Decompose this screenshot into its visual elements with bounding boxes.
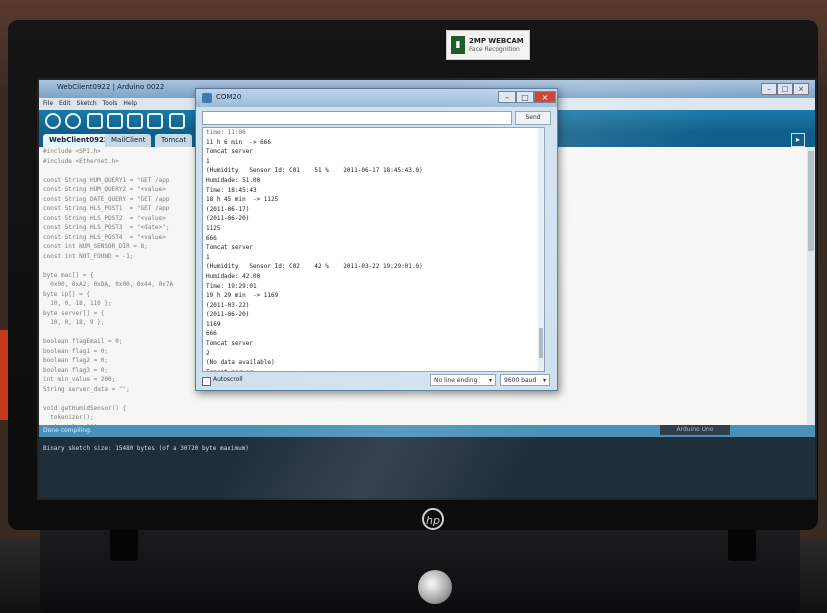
line-ending-select[interactable]: No line ending ▾ [430, 374, 496, 386]
send-input[interactable] [202, 111, 512, 125]
serial-title: COM20 [216, 93, 242, 101]
tab-mailclient[interactable]: MailClient [105, 134, 152, 147]
left-hinge [110, 525, 138, 561]
serial-line: 1125 [206, 224, 221, 232]
serial-scrollbar[interactable] [538, 128, 544, 371]
send-row: Send [202, 111, 552, 125]
serial-monitor-icon[interactable] [169, 113, 185, 129]
close-icon[interactable]: × [793, 83, 809, 95]
chevron-down-icon: ▾ [488, 377, 492, 384]
ide-title: WebClient0922 | Arduino 0022 [57, 83, 165, 91]
save-icon[interactable] [127, 113, 143, 129]
ide-console: Binary sketch size: 15480 bytes (of a 30… [39, 437, 815, 498]
menu-file[interactable]: File [43, 98, 53, 110]
open-icon[interactable] [107, 113, 123, 129]
new-icon[interactable] [87, 113, 103, 129]
serial-bottom-bar: Autoscroll No line ending ▾ 9600 baud ▾ [202, 374, 552, 388]
serial-line: Tomcat server [206, 148, 253, 156]
serial-line: (No data available) [206, 359, 275, 367]
serial-line: Tomcat server [206, 340, 253, 348]
tab-webclient[interactable]: WebClient0922 [43, 134, 115, 147]
serial-line: (Humidity Sensor Id: C02 42 % 2011-03-22… [206, 263, 423, 271]
serial-app-icon [202, 93, 212, 103]
tab-menu-arrow-icon[interactable]: ▸ [791, 133, 805, 147]
serial-line: Tomcat server [203, 368, 544, 371]
hp-logo: hp [422, 508, 444, 530]
serial-line: 18 h 45 min -> 1125 [206, 196, 279, 204]
line-ending-value: No line ending [434, 377, 478, 384]
serial-line: (2011-06-17) [206, 205, 250, 213]
webcam-line2: Face Recognition [469, 45, 520, 53]
serial-line: (Humidity Sensor Id: C01 51 % 2011-06-17… [206, 167, 423, 175]
serial-line: 1 [206, 253, 210, 261]
serial-line: Time: 19:29:01 [206, 282, 257, 290]
webcam-sticker: ▮ 2MP WEBCAM Face Recognition [446, 30, 530, 60]
serial-line: Time: 18:45:43 [206, 186, 257, 194]
console-line: Binary sketch size: 15480 bytes (of a 30… [43, 445, 249, 452]
serial-close-icon[interactable]: × [534, 91, 556, 103]
serial-line: (2011-03-22) [206, 301, 250, 309]
serial-output[interactable]: time: 11:06 11 h 6 min -> 666 Tomcat serve… [202, 127, 545, 372]
menu-tools[interactable]: Tools [103, 98, 118, 110]
editor-scrollbar[interactable] [807, 147, 815, 425]
serial-line: (2011-06-20) [206, 311, 250, 319]
power-button[interactable] [418, 570, 452, 604]
serial-line: 11 h 6 min -> 666 [206, 138, 272, 146]
menu-sketch[interactable]: Sketch [77, 98, 97, 110]
autoscroll-checkbox[interactable] [202, 377, 211, 386]
tab-tomcat[interactable]: Tomcat [155, 134, 193, 147]
serial-line: (2011-06-20) [206, 215, 250, 223]
serial-line: 1169 [206, 320, 221, 328]
menu-help[interactable]: Help [123, 98, 137, 110]
serial-line: Humidade: 42.00 [206, 272, 261, 280]
serial-line: 19 h 29 min -> 1169 [206, 292, 279, 300]
serial-line: 1 [206, 157, 210, 165]
baud-value: 9600 baud [504, 377, 537, 384]
serial-line: time: 11:06 [206, 129, 246, 136]
stop-icon[interactable] [65, 113, 81, 129]
upload-icon[interactable] [147, 113, 163, 129]
maximize-icon[interactable]: □ [777, 83, 793, 95]
code-line: tokenizer(); [43, 414, 94, 421]
serial-monitor-window: COM20 – □ × Send time: 11:06 11 h 6 min -… [195, 88, 558, 391]
red-cable [0, 330, 8, 420]
menu-edit[interactable]: Edit [59, 98, 71, 110]
serial-maximize-icon[interactable]: □ [516, 91, 534, 103]
send-button[interactable]: Send [515, 111, 551, 125]
laptop-base [40, 520, 800, 613]
webcam-line1: 2MP WEBCAM [469, 36, 524, 45]
serial-line: 2 [206, 349, 210, 357]
serial-line: Tomcat server [206, 244, 253, 252]
serial-title-bar: COM20 – □ × [196, 89, 557, 107]
serial-scroll-thumb[interactable] [539, 328, 543, 358]
autoscroll-label: Autoscroll [213, 376, 243, 383]
code-line: void getHumidSensor() { [43, 404, 127, 412]
chevron-down-icon: ▾ [542, 377, 546, 384]
serial-line: 666 [206, 234, 217, 242]
baud-select[interactable]: 9600 baud ▾ [500, 374, 550, 386]
editor-scroll-thumb[interactable] [808, 151, 814, 251]
webcam-icon: ▮ [451, 36, 465, 54]
right-hinge [728, 525, 756, 561]
board-label: Arduino Uno [660, 425, 730, 435]
verify-icon[interactable] [45, 113, 61, 129]
serial-minimize-icon[interactable]: – [498, 91, 516, 103]
serial-line: 666 [206, 330, 217, 338]
serial-line: Humidade: 51.00 [206, 176, 261, 184]
minimize-icon[interactable]: – [761, 83, 777, 95]
